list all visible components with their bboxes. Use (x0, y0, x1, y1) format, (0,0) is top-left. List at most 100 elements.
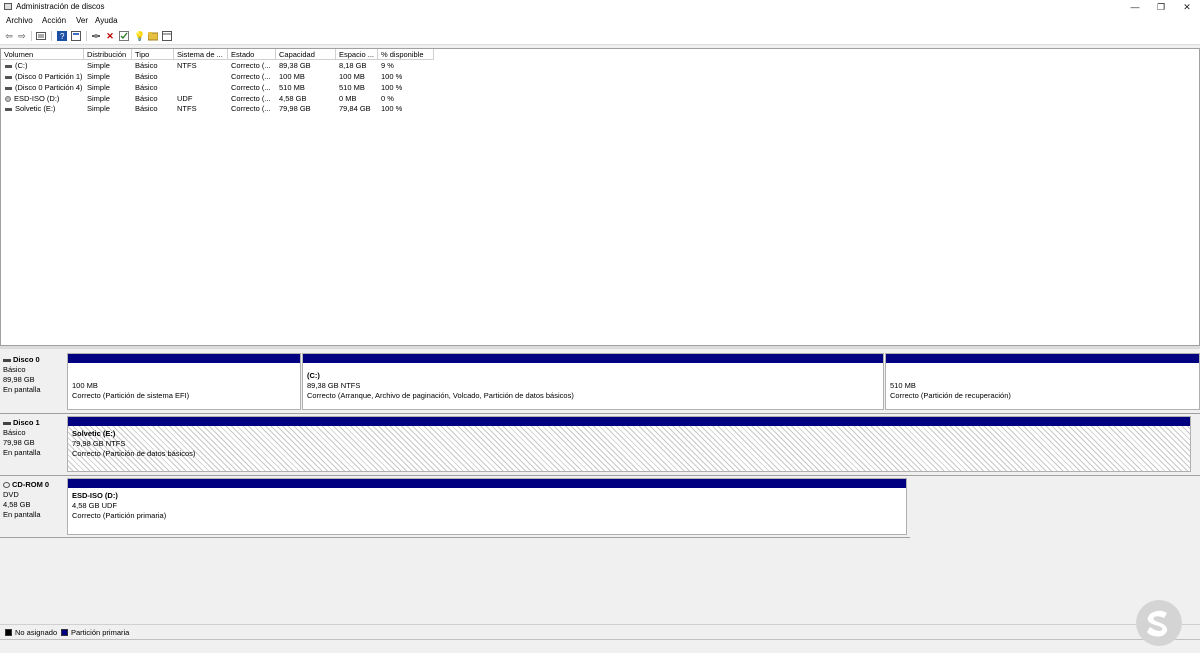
column-header-tipo[interactable]: Tipo (132, 49, 174, 60)
cd-icon (3, 482, 10, 489)
primary-partition-bar (68, 479, 906, 488)
back-icon[interactable]: ⇦ (4, 31, 14, 41)
column-header-pct[interactable]: % disponible (378, 49, 434, 60)
cdrom-0-label[interactable]: CD-ROM 0 DVD 4,58 GB En pantalla (3, 480, 65, 520)
partition-solvetic-e[interactable]: Solvetic (E:) 79,98 GB NTFS Correcto (Pa… (67, 416, 1191, 472)
disk-type: Básico (3, 365, 26, 374)
bulb-icon[interactable]: 💡 (134, 31, 145, 41)
menu-bar: Archivo Acción Ver Ayuda (0, 14, 1200, 28)
volume-fs (174, 72, 228, 82)
volume-pct: 100 % (381, 104, 403, 113)
drive-icon (5, 64, 12, 68)
forward-icon[interactable]: ⇨ (17, 31, 27, 41)
volume-name: (Disco 0 Partición 4) (15, 83, 83, 92)
volume-capacity: 4,58 GB (279, 94, 307, 103)
partition-efi[interactable]: 100 MB Correcto (Partición de sistema EF… (67, 353, 301, 410)
volume-layout: Simple (87, 72, 110, 81)
volume-free: 0 MB (339, 94, 357, 103)
volume-name: Solvetic (E:) (15, 104, 56, 113)
volume-pct: 0 % (381, 94, 394, 103)
disk-graphical-view: Disco 0 Básico 89,98 GB En pantalla 100 … (0, 349, 1200, 624)
partition-status: Correcto (Partición de sistema EFI) (72, 391, 190, 400)
volume-free: 79,84 GB (339, 104, 371, 113)
menu-ayuda[interactable]: Ayuda (95, 16, 118, 25)
column-header-estado[interactable]: Estado (228, 49, 276, 60)
partition-esd-iso-d[interactable]: ESD-ISO (D:) 4,58 GB UDF Correcto (Parti… (67, 478, 907, 535)
cd-icon (5, 96, 11, 103)
view-icon[interactable] (162, 31, 172, 41)
volume-pct: 9 % (381, 61, 394, 70)
volume-status: Correcto (... (231, 61, 271, 70)
disk-state: En pantalla (3, 510, 41, 519)
partition-name: (C:) (307, 371, 320, 380)
volume-pct: 100 % (381, 72, 403, 81)
close-button[interactable]: ✕ (1172, 0, 1200, 14)
partition-status: Correcto (Partición de datos básicos) (72, 449, 196, 458)
connect-icon[interactable] (91, 31, 101, 41)
partition-size: 4,58 GB UDF (72, 501, 118, 510)
menu-ver[interactable]: Ver (76, 16, 88, 25)
folder-icon[interactable] (147, 31, 159, 41)
volume-status: Correcto (... (231, 83, 271, 92)
help-icon[interactable]: ? (57, 31, 67, 41)
volume-status: Correcto (... (231, 72, 271, 81)
disk-state: En pantalla (3, 385, 41, 394)
column-header-volumen[interactable]: Volumen (1, 49, 84, 60)
volume-list[interactable]: Volumen Distribución Tipo Sistema de ...… (0, 48, 1200, 346)
volume-layout: Simple (87, 61, 110, 70)
divider (0, 475, 1200, 476)
disk-1-label[interactable]: Disco 1 Básico 79,98 GB En pantalla (3, 418, 65, 458)
volume-type: Básico (135, 72, 158, 81)
disk-name: Disco 1 (13, 418, 40, 427)
status-strip (0, 639, 1200, 653)
partition-name: Solvetic (E:) (72, 429, 116, 438)
column-header-capacidad[interactable]: Capacidad (276, 49, 336, 60)
volume-fs: UDF (177, 94, 193, 103)
volume-layout: Simple (87, 104, 110, 113)
check-icon[interactable] (119, 31, 129, 41)
volume-fs (174, 83, 228, 93)
partition-size: 89,38 GB NTFS (307, 381, 361, 390)
menu-accion[interactable]: Acción (42, 16, 66, 25)
divider (0, 537, 910, 538)
partition-status: Correcto (Arranque, Archivo de paginació… (307, 391, 574, 400)
disk-size: 89,98 GB (3, 375, 35, 384)
drive-icon (5, 107, 12, 111)
disk-name: CD-ROM 0 (12, 480, 50, 489)
column-header-sistema[interactable]: Sistema de ... (174, 49, 228, 60)
legend-unallocated: No asignado (15, 628, 58, 637)
divider (0, 413, 1200, 414)
volume-status: Correcto (... (231, 94, 271, 103)
partition-size: 100 MB (72, 381, 98, 390)
column-header-espacio[interactable]: Espacio ... (336, 49, 378, 60)
disk-state: En pantalla (3, 448, 41, 457)
legend-primary-partition: Partición primaria (71, 628, 130, 637)
disk-0-label[interactable]: Disco 0 Básico 89,98 GB En pantalla (3, 355, 65, 395)
partition-status: Correcto (Partición primaria) (72, 511, 167, 520)
column-header-distribucion[interactable]: Distribución (84, 49, 132, 60)
partition-recovery[interactable]: 510 MB Correcto (Partición de recuperaci… (885, 353, 1200, 410)
drive-icon (5, 86, 12, 90)
volume-capacity: 79,98 GB (279, 104, 311, 113)
volume-name: (Disco 0 Partición 1) (15, 72, 83, 81)
properties-icon[interactable] (36, 31, 46, 41)
partition-c[interactable]: (C:) 89,38 GB NTFS Correcto (Arranque, A… (302, 353, 884, 410)
svg-text:?: ? (60, 32, 65, 41)
primary-partition-bar (886, 354, 1199, 363)
menu-archivo[interactable]: Archivo (6, 16, 33, 25)
partition-status: Correcto (Partición de recuperación) (890, 391, 1011, 400)
volume-layout: Simple (87, 83, 110, 92)
disk-name: Disco 0 (13, 355, 40, 364)
volume-pct: 100 % (381, 83, 403, 92)
volume-type: Básico (135, 61, 158, 70)
volume-type: Básico (135, 94, 158, 103)
volume-layout: Simple (87, 94, 110, 103)
delete-icon[interactable]: ✕ (105, 31, 115, 41)
primary-partition-swatch (61, 629, 68, 636)
watermark-logo-icon (1136, 600, 1182, 646)
drive-icon (5, 75, 12, 79)
list-icon[interactable] (71, 31, 81, 41)
volume-status: Correcto (... (231, 104, 271, 113)
primary-partition-bar (68, 354, 300, 363)
disk-type: DVD (3, 490, 19, 499)
